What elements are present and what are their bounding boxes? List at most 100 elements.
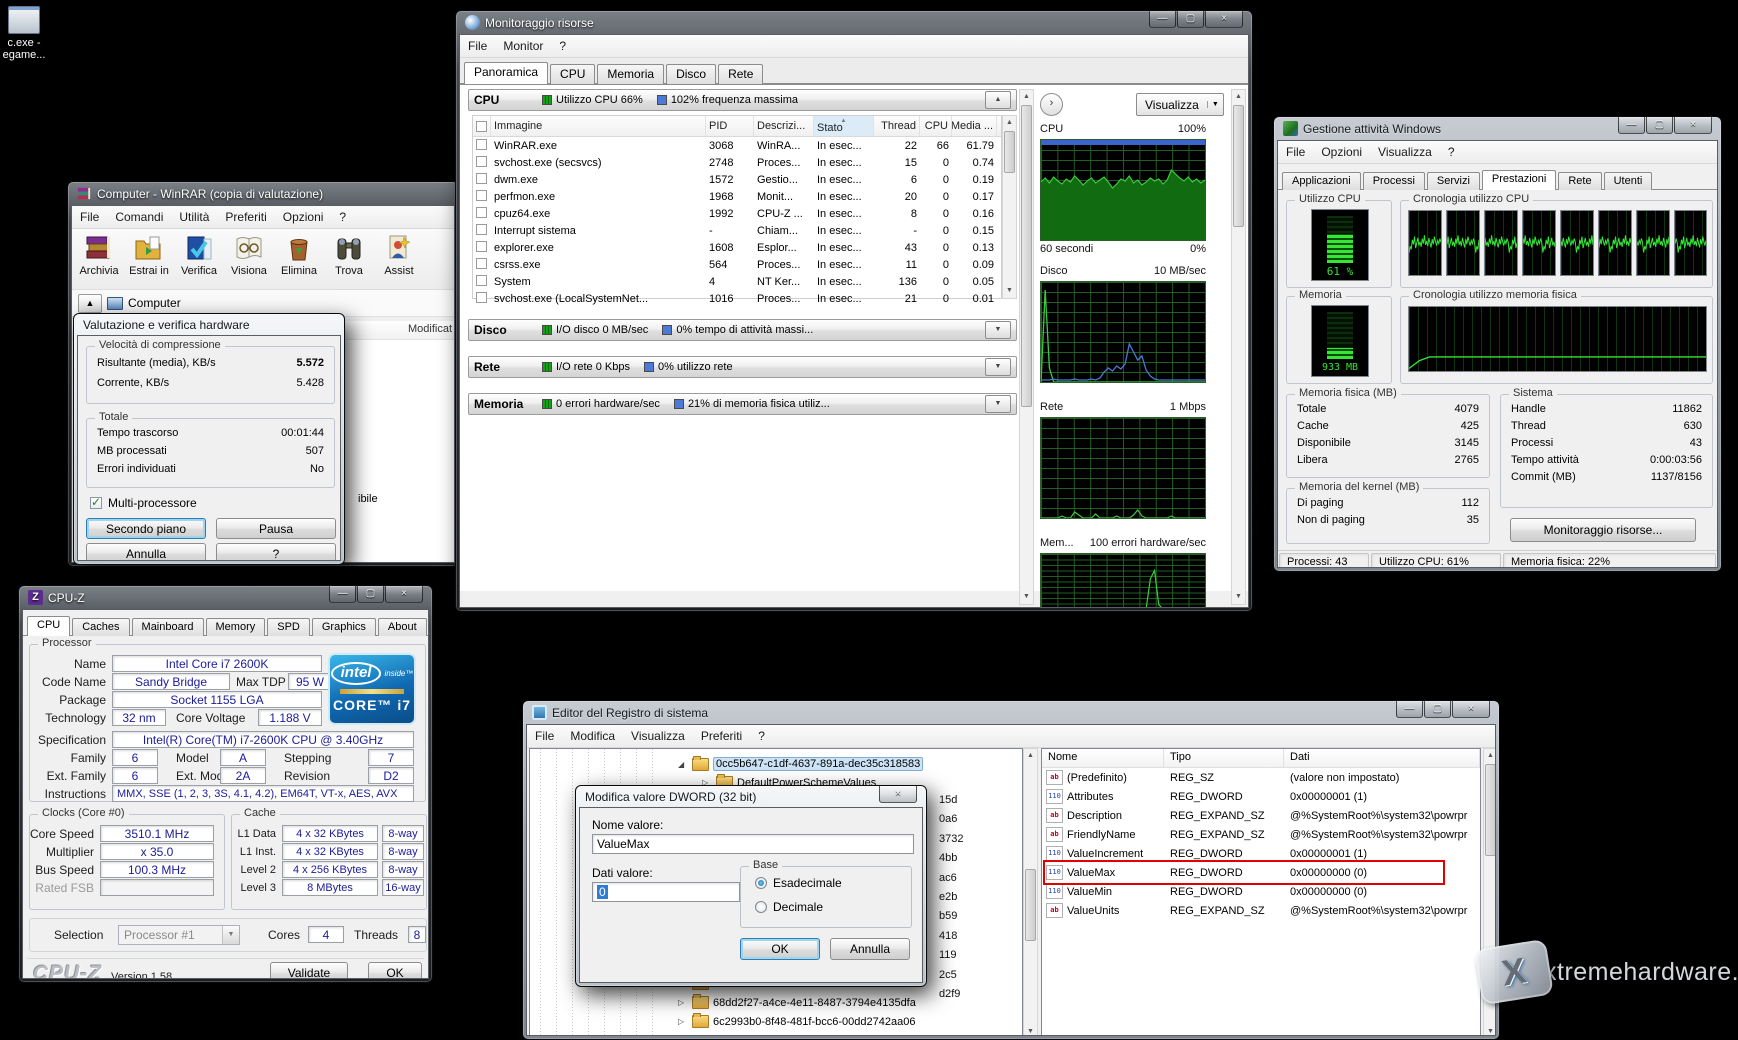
menu-help[interactable]: ?	[339, 210, 346, 224]
tab-utenti[interactable]: Utenti	[1604, 172, 1653, 190]
annulla-button[interactable]: Annulla	[86, 543, 206, 561]
tab-cpu[interactable]: CPU	[27, 616, 70, 636]
row-checkbox[interactable]	[476, 258, 487, 269]
disco-section-bar[interactable]: Disco I/O disco 0 MB/sec 0% tempo di att…	[468, 319, 1017, 341]
regedit-titlebar[interactable]: Editor del Registro di sistema — ▢ ×	[526, 701, 1496, 724]
value-row-valuemax[interactable]: 110ValueMaxREG_DWORD0x00000000 (0)	[1042, 863, 1480, 882]
nome-valore-field[interactable]: ValueMax	[592, 834, 914, 854]
value-row[interactable]: abValueUnitsREG_EXPAND_SZ@%SystemRoot%\s…	[1042, 901, 1480, 920]
dword-titlebar[interactable]: Modifica valore DWORD (32 bit) ×	[579, 786, 923, 807]
dati-valore-input[interactable]: 0	[592, 882, 740, 902]
desktop-icon[interactable]: c.exe - egame...	[0, 6, 56, 61]
value-row[interactable]: 110AttributesREG_DWORD0x00000001 (1)	[1042, 787, 1480, 806]
toolbar-archivia-button[interactable]: Archivia	[74, 233, 124, 285]
menu-help[interactable]: ?	[758, 729, 765, 743]
menu-help[interactable]: ?	[559, 39, 566, 53]
tab-prestazioni[interactable]: Prestazioni	[1482, 170, 1556, 190]
expand-chevron-icon[interactable]: ▼	[985, 358, 1011, 376]
column-header-modificato[interactable]: Modificat	[408, 323, 452, 335]
menu-visualizza[interactable]: Visualizza	[1378, 145, 1432, 159]
maximize-button[interactable]: ▢	[1177, 11, 1204, 28]
tree-collapsed-icon[interactable]: ▷	[678, 998, 688, 1007]
row-checkbox[interactable]	[476, 173, 487, 184]
tab-rete[interactable]: Rete	[1558, 172, 1601, 190]
menu-file[interactable]: File	[1286, 145, 1305, 159]
tree-item[interactable]: ▷ 68dd2f27-a4ce-4e11-8487-3794e4135dfa	[678, 996, 916, 1009]
process-row[interactable]: Interrupt sistema-Chiam...In esec...-00.…	[473, 222, 1001, 239]
row-checkbox[interactable]	[476, 156, 487, 167]
rete-section-bar[interactable]: Rete I/O rete 0 Kbps 0% utilizzo rete ▼	[468, 356, 1017, 378]
process-table-header[interactable]: Immagine PID Descrizi... ▲Stato Thread C…	[473, 116, 1001, 137]
menu-file[interactable]: File	[535, 729, 554, 743]
toolbar-elimina-button[interactable]: Elimina	[274, 233, 324, 285]
left-panel-scrollbar[interactable]: ▲▼	[1019, 89, 1034, 605]
tab-panoramica[interactable]: Panoramica	[464, 62, 548, 84]
minimize-button[interactable]: —	[1618, 117, 1645, 134]
value-row[interactable]: ab(Predefinito)REG_SZ(valore non imposta…	[1042, 768, 1480, 787]
toolbar-visiona-button[interactable]: Visiona	[224, 233, 274, 285]
validate-button[interactable]: Validate	[270, 962, 348, 979]
menu-visualizza[interactable]: Visualizza	[631, 729, 685, 743]
tab-caches[interactable]: Caches	[72, 618, 129, 636]
process-row[interactable]: perfmon.exe1968Monit...In esec...2000.17	[473, 188, 1001, 205]
process-row[interactable]: svchost.exe (secsvcs)2748Proces...In ese…	[473, 154, 1001, 171]
close-button[interactable]: ×	[879, 786, 917, 803]
process-row[interactable]: csrss.exe564Proces...In esec...1100.09	[473, 256, 1001, 273]
expand-chevron-icon[interactable]: ▼	[985, 321, 1011, 339]
benchmark-titlebar[interactable]: Valutazione e verifica hardware	[77, 314, 341, 335]
value-row[interactable]: abDescriptionREG_EXPAND_SZ@%SystemRoot%\…	[1042, 806, 1480, 825]
close-button[interactable]: ×	[1674, 117, 1712, 134]
tab-rete[interactable]: Rete	[718, 64, 763, 84]
process-row[interactable]: System4NT Ker...In esec...13600.05	[473, 273, 1001, 290]
tab-disco[interactable]: Disco	[666, 64, 716, 84]
process-row[interactable]: explorer.exe1608Esplor...In esec...4300.…	[473, 239, 1001, 256]
value-row[interactable]: abFriendlyNameREG_EXPAND_SZ@%SystemRoot%…	[1042, 825, 1480, 844]
monitoraggio-risorse-button[interactable]: Monitoraggio risorse...	[1510, 518, 1696, 542]
winrar-titlebar[interactable]: Computer - WinRAR (copia di valutazione)	[71, 182, 455, 205]
menu-utilita[interactable]: Utilità	[179, 210, 209, 224]
tab-cpu[interactable]: CPU	[550, 64, 595, 84]
menu-monitor[interactable]: Monitor	[503, 39, 543, 53]
row-checkbox[interactable]	[476, 207, 487, 218]
minimize-button[interactable]: —	[329, 586, 356, 603]
tab-memory[interactable]: Memory	[206, 618, 266, 636]
tab-processi[interactable]: Processi	[1363, 172, 1425, 190]
process-table-scrollbar[interactable]: ▲▼	[1002, 115, 1017, 299]
process-row[interactable]: WinRAR.exe3068WinRA...In esec...226661.7…	[473, 137, 1001, 154]
values-header[interactable]: Nome Tipo Dati	[1042, 749, 1480, 768]
menu-preferiti[interactable]: Preferiti	[225, 210, 266, 224]
panel-collapse-button[interactable]: ›	[1040, 93, 1063, 116]
collapse-chevron-icon[interactable]: ▲	[985, 91, 1011, 109]
row-checkbox[interactable]	[476, 241, 487, 252]
process-row[interactable]: cpuz64.exe1992CPU-Z ...In esec...800.16	[473, 205, 1001, 222]
row-checkbox[interactable]	[476, 292, 487, 303]
processor-select[interactable]: Processor #1▼	[118, 925, 240, 945]
menu-comandi[interactable]: Comandi	[115, 210, 163, 224]
toolbar-assistente-button[interactable]: Assist	[374, 233, 424, 285]
tab-about[interactable]: About	[378, 618, 427, 636]
row-checkbox[interactable]	[476, 275, 487, 286]
tree-item[interactable]: ▷ 6c2993b0-8f48-481f-bcc6-00dd2742aa06	[678, 1015, 915, 1028]
winrar-address-text[interactable]: Computer	[128, 296, 181, 310]
maximize-button[interactable]: ▢	[357, 586, 384, 603]
row-checkbox[interactable]	[476, 190, 487, 201]
toolbar-trova-button[interactable]: Trova	[324, 233, 374, 285]
value-row[interactable]: 110ValueMinREG_DWORD0x00000000 (0)	[1042, 882, 1480, 901]
memoria-section-bar[interactable]: Memoria 0 errori hardware/sec 21% di mem…	[468, 393, 1017, 415]
tab-spd[interactable]: SPD	[267, 618, 310, 636]
close-button[interactable]: ×	[1452, 701, 1490, 718]
help-button[interactable]: ?	[216, 543, 336, 561]
toolbar-estrai-button[interactable]: Estrai in	[124, 233, 174, 285]
tab-servizi[interactable]: Servizi	[1427, 172, 1480, 190]
expand-chevron-icon[interactable]: ▼	[985, 395, 1011, 413]
annulla-button[interactable]: Annulla	[830, 938, 910, 960]
select-all-checkbox[interactable]	[476, 121, 487, 132]
row-checkbox[interactable]	[476, 224, 487, 235]
taskmgr-titlebar[interactable]: Gestione attività Windows — ▢ ×	[1277, 117, 1718, 140]
menu-preferiti[interactable]: Preferiti	[701, 729, 742, 743]
visualizza-dropdown[interactable]: Visualizza▼	[1136, 93, 1224, 116]
decimale-radio[interactable]: Decimale	[755, 900, 823, 914]
minimize-button[interactable]: —	[1396, 701, 1423, 718]
menu-modifica[interactable]: Modifica	[570, 729, 615, 743]
resmon-titlebar[interactable]: Monitoraggio risorse — ▢ ×	[459, 11, 1249, 34]
